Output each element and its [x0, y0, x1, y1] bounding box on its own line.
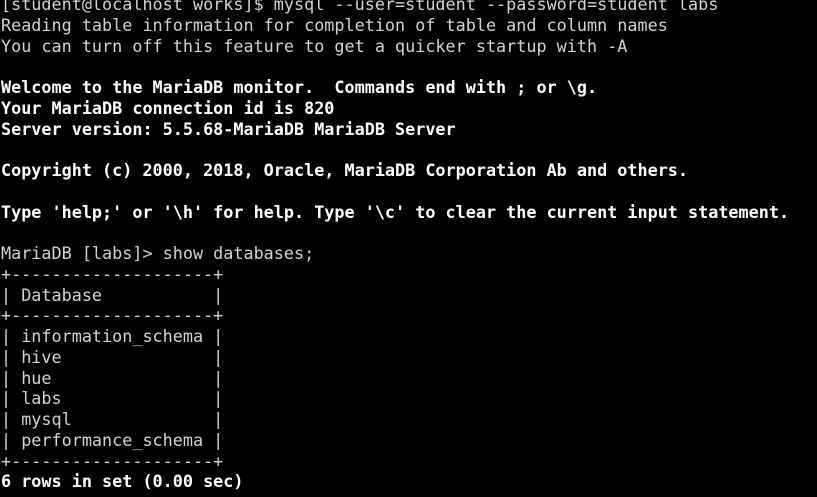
info-line: You can turn off this feature to get a q…: [1, 35, 628, 56]
copyright-line: Copyright (c) 2000, 2018, Oracle, MariaD…: [1, 160, 689, 180]
help-line: Type 'help;' or '\h' for help. Type '\c'…: [1, 201, 790, 222]
info-line: Reading table information for completion…: [1, 14, 668, 35]
table-row: | hive |: [1, 346, 224, 367]
table-row: | hue |: [1, 367, 224, 388]
table-row: | performance_schema |: [1, 429, 224, 450]
result-summary-line: 6 rows in set (0.00 sec): [1, 471, 244, 492]
table-row: | mysql |: [1, 409, 224, 429]
table-row: | information_schema |: [1, 326, 224, 346]
sql-prompt-line: MariaDB [labs]> show databases;: [1, 243, 315, 263]
table-row: | labs |: [1, 388, 224, 409]
shell-command-line: [student@localhost works]$ mysql --user=…: [1, 0, 719, 14]
terminal-window[interactable]: [student@localhost works]$ mysql --user=…: [0, 0, 817, 491]
table-border: +--------------------+: [1, 450, 224, 471]
welcome-line: Welcome to the MariaDB monitor. Commands…: [1, 77, 598, 97]
server-version-line: Server version: 5.5.68-MariaDB MariaDB S…: [1, 118, 456, 139]
table-border: +--------------------+: [1, 263, 224, 284]
table-border: +--------------------+: [1, 305, 224, 326]
table-header: | Database |: [1, 284, 224, 305]
connection-id-line: Your MariaDB connection id is 820: [1, 97, 335, 118]
